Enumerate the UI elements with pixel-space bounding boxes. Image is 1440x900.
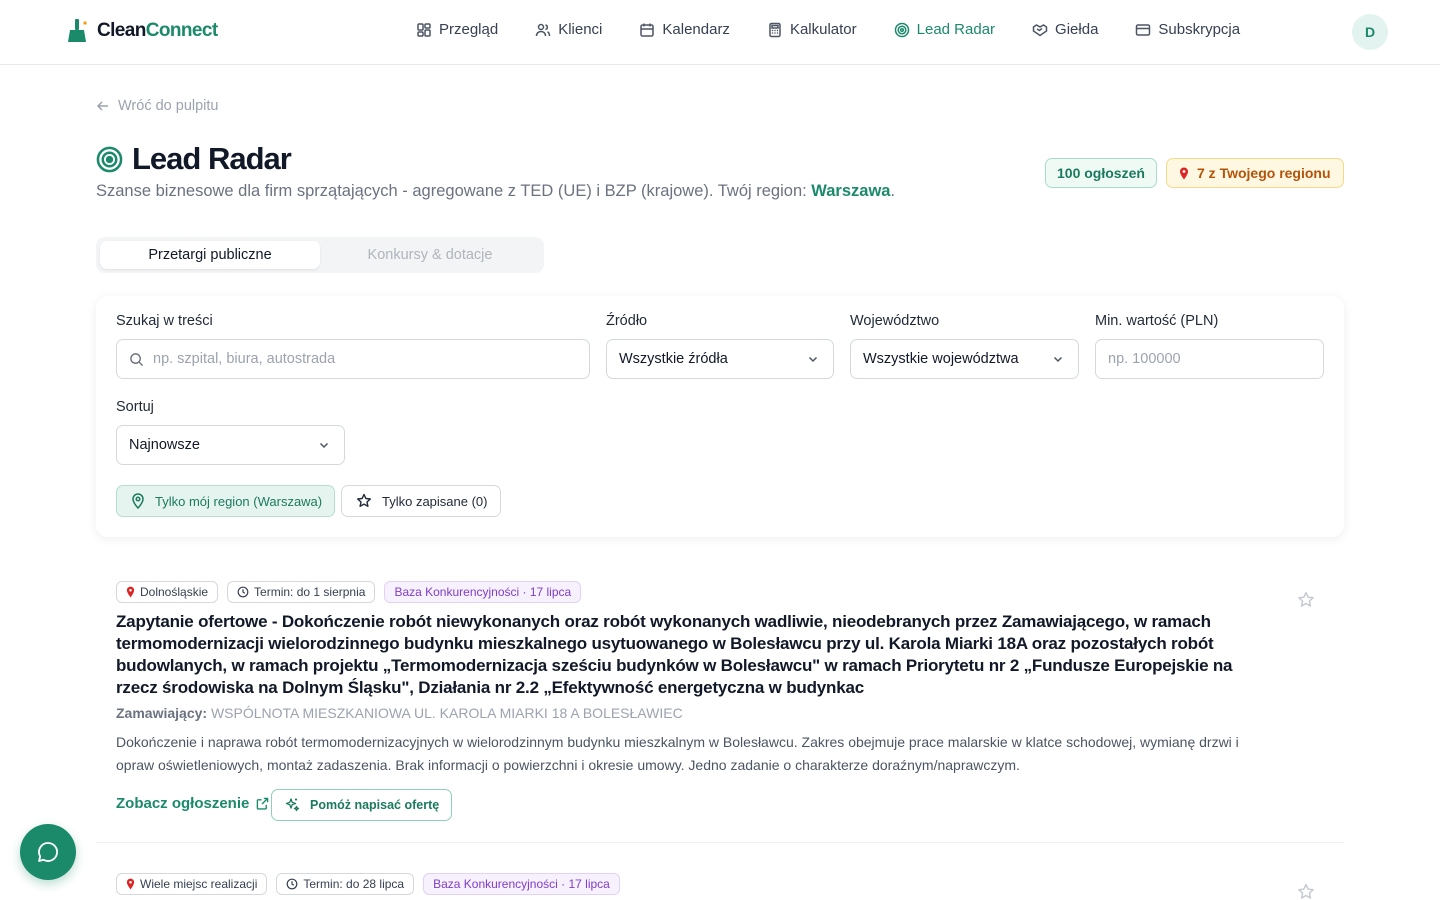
help-write-offer-button[interactable]: Pomóż napisać ofertę [271, 789, 453, 821]
search-icon [129, 352, 144, 367]
nav-item-kalendarz[interactable]: Kalendarz [639, 21, 730, 38]
top-navigation: CleanConnect Przegląd Klienci Kalendarz … [0, 0, 1440, 65]
page-title-row: Lead Radar [96, 141, 292, 177]
chat-button[interactable] [20, 824, 76, 880]
clock-icon [237, 586, 249, 598]
save-star-button[interactable] [1297, 591, 1315, 609]
main-nav: Przegląd Klienci Kalendarz Kalkulator Le… [416, 21, 1277, 38]
listing-count-badge: 100 ogłoszeń [1045, 158, 1157, 188]
search-label: Szukaj w treści [116, 313, 213, 329]
map-pin-icon [126, 586, 135, 598]
sparkles-icon [284, 797, 300, 813]
nav-item-subskrypcja[interactable]: Subskrypcja [1135, 21, 1240, 38]
chevron-down-icon [1052, 353, 1064, 365]
chevron-down-icon [807, 353, 819, 365]
nav-label: Lead Radar [916, 21, 996, 38]
source-tag: Baza Konkurencyjności · 17 lipca [384, 581, 582, 603]
page-subtitle: Szanse biznesowe dla firm sprzątających … [96, 182, 896, 200]
nav-label: Giełda [1055, 21, 1099, 38]
voivodeship-label: Województwo [850, 313, 940, 329]
nav-label: Subskrypcja [1158, 21, 1241, 38]
sort-select[interactable]: Najnowsze [116, 425, 345, 465]
handshake-icon [1032, 22, 1048, 38]
nav-item-przeglad[interactable]: Przegląd [416, 21, 498, 38]
deadline-tag: Termin: do 28 lipca [276, 873, 415, 895]
location-tag: Wiele miejsc realizacji [116, 873, 268, 895]
clock-icon [286, 878, 298, 890]
filters-panel: Szukaj w treści np. szpital, biura, auto… [96, 296, 1344, 537]
avatar[interactable]: D [1352, 14, 1388, 50]
search-input[interactable]: np. szpital, biura, autostrada [116, 339, 590, 379]
radar-icon [894, 22, 910, 38]
brand-logo[interactable]: CleanConnect [67, 18, 218, 44]
map-pin-icon [131, 493, 145, 509]
region-count-badge: 7 z Twojego regionu [1166, 158, 1344, 188]
min-value-input[interactable]: np. 100000 [1095, 339, 1324, 379]
source-label: Źródło [606, 313, 648, 329]
lead-type-tabs: Przetargi publiczne Konkursy & dotacje [96, 237, 544, 273]
nav-item-kalkulator[interactable]: Kalkulator [767, 21, 857, 38]
broom-logo-icon [67, 18, 89, 44]
view-listing-link[interactable]: Zobacz ogłoszenie [116, 795, 269, 812]
nav-label: Klienci [558, 21, 603, 38]
star-icon [356, 493, 372, 509]
page-title: Lead Radar [132, 141, 292, 176]
sort-select-value: Najnowsze [129, 437, 200, 453]
min-value-placeholder: np. 100000 [1108, 351, 1181, 367]
nav-label: Przegląd [439, 21, 499, 38]
nav-item-klienci[interactable]: Klienci [535, 21, 602, 38]
users-icon [535, 22, 551, 38]
chat-bubble-icon [36, 840, 60, 864]
location-tag: Dolnośląskie [116, 581, 219, 603]
calculator-icon [767, 22, 783, 38]
nav-item-lead-radar[interactable]: Lead Radar [894, 21, 995, 38]
lead-tags: Wiele miejsc realizacji Termin: do 28 li… [116, 873, 620, 895]
nav-item-gielda[interactable]: Giełda [1032, 21, 1098, 38]
source-tag: Baza Konkurencyjności · 17 lipca [423, 873, 620, 895]
lead-title[interactable]: Zapytanie ofertowe - Dokończenie robót n… [116, 611, 1266, 699]
tab-konkursy-dotacje[interactable]: Konkursy & dotacje [320, 241, 540, 269]
sort-label: Sortuj [116, 399, 154, 415]
search-placeholder: np. szpital, biura, autostrada [153, 351, 336, 367]
only-my-region-label: Tylko mój region (Warszawa) [155, 493, 323, 509]
voivodeship-select[interactable]: Wszystkie województwa [850, 339, 1079, 379]
lead-tags: Dolnośląskie Termin: do 1 sierpnia Baza … [116, 581, 582, 603]
radar-icon [96, 146, 123, 173]
back-label: Wróć do pulpitu [118, 98, 219, 114]
source-select-value: Wszystkie źródła [619, 351, 728, 367]
brand-name: CleanConnect [97, 20, 218, 41]
back-to-dashboard-link[interactable]: Wróć do pulpitu [96, 98, 218, 114]
min-value-label: Min. wartość (PLN) [1095, 313, 1219, 329]
user-region: Warszawa [811, 182, 891, 200]
only-my-region-toggle[interactable]: Tylko mój region (Warszawa) [116, 485, 336, 517]
credit-card-icon [1135, 22, 1151, 38]
chevron-down-icon [318, 439, 330, 451]
arrow-left-icon [96, 99, 110, 113]
nav-label: Kalkulator [789, 21, 857, 38]
external-link-icon [256, 797, 269, 810]
nav-label: Kalendarz [662, 21, 730, 38]
only-saved-label: Tylko zapisane (0) [382, 493, 488, 509]
map-pin-icon [126, 878, 135, 890]
lead-buyer: Zamawiający: WSPÓLNOTA MIESZKANIOWA UL. … [116, 705, 683, 721]
lead-card: Wiele miejsc realizacji Termin: do 28 li… [96, 873, 1344, 900]
deadline-tag: Termin: do 1 sierpnia [227, 581, 376, 603]
save-star-button[interactable] [1297, 883, 1315, 900]
dashboard-icon [416, 22, 432, 38]
map-pin-icon [1179, 167, 1189, 180]
lead-card: Dolnośląskie Termin: do 1 sierpnia Baza … [96, 581, 1344, 843]
lead-description: Dokończenie i naprawa robót termomoderni… [116, 734, 1239, 773]
source-select[interactable]: Wszystkie źródła [606, 339, 834, 379]
calendar-icon [639, 22, 655, 38]
tab-przetargi-publiczne[interactable]: Przetargi publiczne [100, 241, 320, 269]
only-saved-toggle[interactable]: Tylko zapisane (0) [341, 485, 501, 517]
voivodeship-select-value: Wszystkie województwa [863, 351, 1019, 367]
